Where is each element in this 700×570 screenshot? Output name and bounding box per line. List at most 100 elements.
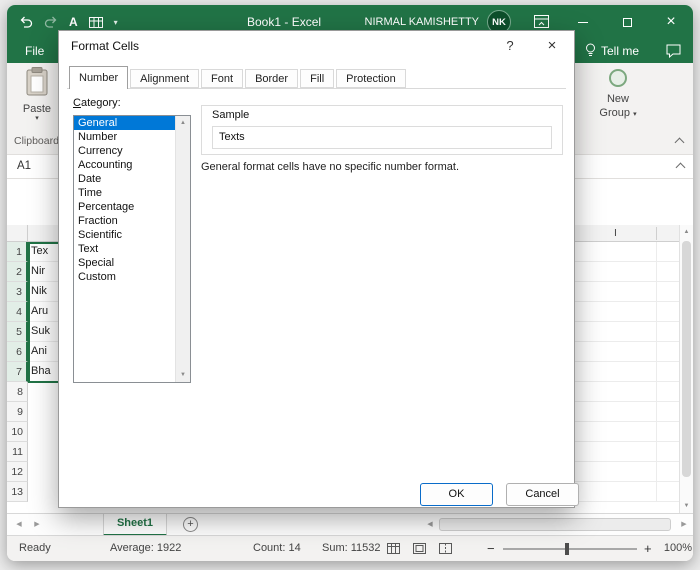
sheet-tab-sheet1[interactable]: Sheet1	[103, 514, 167, 536]
vertical-scrollbar-thumb[interactable]	[682, 241, 691, 477]
new-sheet-button[interactable]: +	[183, 517, 198, 532]
zoom-out-button[interactable]: −	[487, 536, 495, 561]
category-option-general[interactable]: General	[74, 116, 175, 130]
dialog-help-button[interactable]: ?	[490, 31, 530, 60]
grid-row[interactable]	[575, 282, 679, 302]
paste-dropdown-icon[interactable]: ▾	[15, 115, 59, 122]
sample-value: Texts	[219, 131, 245, 143]
row-header-12[interactable]: 12	[7, 462, 28, 482]
category-option-text[interactable]: Text	[74, 242, 175, 256]
new-group-label-line2: Group ▾	[579, 106, 657, 122]
grid-row[interactable]	[575, 482, 679, 502]
category-option-number[interactable]: Number	[74, 130, 175, 144]
row-header-13[interactable]: 13	[7, 482, 28, 502]
dialog-tab-alignment[interactable]: Alignment	[130, 69, 199, 88]
row-header-4[interactable]: 4	[7, 302, 28, 322]
horizontal-scrollbar-thumb[interactable]	[439, 518, 671, 531]
category-option-custom[interactable]: Custom	[74, 270, 175, 284]
row-header-10[interactable]: 10	[7, 422, 28, 442]
normal-view-icon[interactable]	[387, 543, 401, 555]
comment-icon[interactable]	[666, 44, 681, 63]
grid-row[interactable]	[575, 302, 679, 322]
font-color-icon[interactable]: A	[69, 15, 78, 29]
close-button[interactable]: ×	[649, 5, 693, 39]
paste-button[interactable]: Paste ▾	[15, 67, 59, 131]
category-option-scientific[interactable]: Scientific	[74, 228, 175, 242]
paste-label: Paste	[15, 103, 59, 115]
scroll-up-icon[interactable]: ▲	[176, 116, 190, 130]
row-header-11[interactable]: 11	[7, 442, 28, 462]
dialog-close-button[interactable]: ×	[530, 31, 574, 60]
status-average: Average: 1922	[110, 536, 181, 561]
grid-row[interactable]	[575, 262, 679, 282]
row-header-6[interactable]: 6	[7, 342, 28, 362]
formula-bar-expand-icon[interactable]	[676, 163, 686, 173]
table-icon[interactable]	[89, 17, 103, 28]
grid-vertical-line	[656, 242, 657, 502]
row-header-3[interactable]: 3	[7, 282, 28, 302]
grid-row[interactable]	[575, 442, 679, 462]
category-option-currency[interactable]: Currency	[74, 144, 175, 158]
hscroll-right-icon[interactable]: ▶	[677, 514, 691, 536]
clipboard-group-label: Clipboard	[7, 135, 58, 151]
redo-icon[interactable]	[44, 16, 58, 28]
sheet-nav-right-icon[interactable]: ▶	[29, 514, 45, 536]
scroll-down-icon[interactable]: ▼	[680, 499, 693, 513]
tell-me-label: Tell me	[601, 44, 639, 58]
new-group-button[interactable]: New Group ▾	[579, 69, 657, 122]
zoom-level[interactable]: 100%	[660, 536, 692, 561]
cancel-button[interactable]: Cancel	[506, 483, 579, 506]
grid-row[interactable]	[575, 462, 679, 482]
sheet-nav-left-icon[interactable]: ◀	[11, 514, 27, 536]
scroll-down-icon[interactable]: ▼	[176, 368, 190, 382]
dialog-title: Format Cells	[71, 39, 139, 53]
tell-me-box[interactable]: Tell me	[585, 39, 639, 63]
category-option-date[interactable]: Date	[74, 172, 175, 186]
grid-row[interactable]	[575, 242, 679, 262]
row-header-1[interactable]: 1	[7, 242, 28, 262]
column-a-header[interactable]	[28, 225, 58, 242]
listbox-scrollbar[interactable]: ▲ ▼	[175, 116, 190, 382]
zoom-slider-track[interactable]	[503, 548, 637, 550]
column-i-header[interactable]: I	[575, 225, 656, 241]
category-option-percentage[interactable]: Percentage	[74, 200, 175, 214]
grid-row[interactable]	[575, 342, 679, 362]
grid-row[interactable]	[575, 362, 679, 382]
row-header-9[interactable]: 9	[7, 402, 28, 422]
category-option-fraction[interactable]: Fraction	[74, 214, 175, 228]
format-description: General format cells have no specific nu…	[201, 161, 459, 173]
zoom-slider-thumb[interactable]	[565, 543, 569, 555]
right-column-headers[interactable]: I	[575, 225, 679, 242]
dialog-tab-font[interactable]: Font	[201, 69, 243, 88]
category-option-time[interactable]: Time	[74, 186, 175, 200]
grid-row[interactable]	[575, 422, 679, 442]
dialog-tab-border[interactable]: Border	[245, 69, 298, 88]
row-header-8[interactable]: 8	[7, 382, 28, 402]
clipboard-paste-icon	[25, 84, 49, 101]
ok-button[interactable]: OK	[420, 483, 493, 506]
collapse-ribbon-icon[interactable]	[675, 138, 685, 148]
status-sum: Sum: 11532	[322, 536, 381, 561]
grid-row[interactable]	[575, 402, 679, 422]
dialog-tab-number[interactable]: Number	[69, 66, 128, 89]
row-header-5[interactable]: 5	[7, 322, 28, 342]
file-tab[interactable]: File	[25, 39, 44, 63]
hscroll-left-icon[interactable]: ◀	[423, 514, 437, 536]
scroll-up-icon[interactable]: ▲	[680, 225, 693, 239]
grid-row[interactable]	[575, 382, 679, 402]
vertical-scrollbar[interactable]: ▲ ▼	[679, 225, 693, 513]
customize-qat-icon[interactable]: ▾	[114, 18, 118, 27]
dialog-tab-protection[interactable]: Protection	[336, 69, 406, 88]
row-header-2[interactable]: 2	[7, 262, 28, 282]
dialog-tab-fill[interactable]: Fill	[300, 69, 334, 88]
grid-row[interactable]	[575, 322, 679, 342]
maximize-button[interactable]	[605, 5, 649, 39]
zoom-in-button[interactable]: +	[644, 536, 652, 561]
select-all-corner[interactable]	[7, 225, 28, 242]
category-option-special[interactable]: Special	[74, 256, 175, 270]
page-layout-view-icon[interactable]	[413, 543, 427, 555]
row-header-7[interactable]: 7	[7, 362, 28, 382]
undo-icon[interactable]	[19, 16, 33, 28]
page-break-view-icon[interactable]	[439, 543, 453, 555]
category-option-accounting[interactable]: Accounting	[74, 158, 175, 172]
